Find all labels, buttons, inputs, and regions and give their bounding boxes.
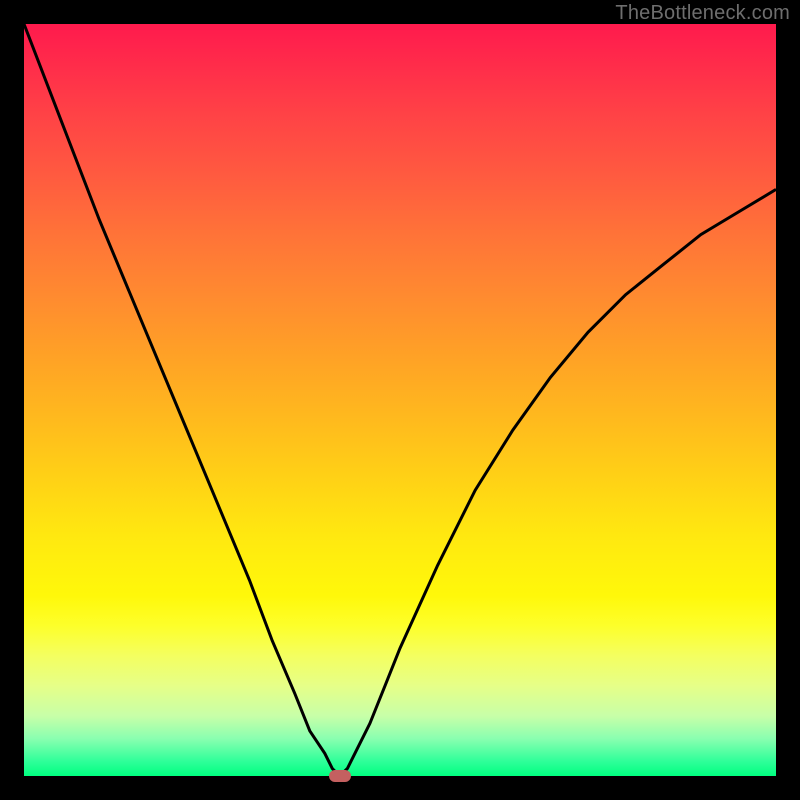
plot-area <box>24 24 776 776</box>
bottleneck-curve-path <box>24 24 776 776</box>
minimum-marker <box>329 770 351 782</box>
curve-layer <box>24 24 776 776</box>
watermark-text: TheBottleneck.com <box>615 2 790 25</box>
chart-frame: TheBottleneck.com <box>0 0 800 800</box>
